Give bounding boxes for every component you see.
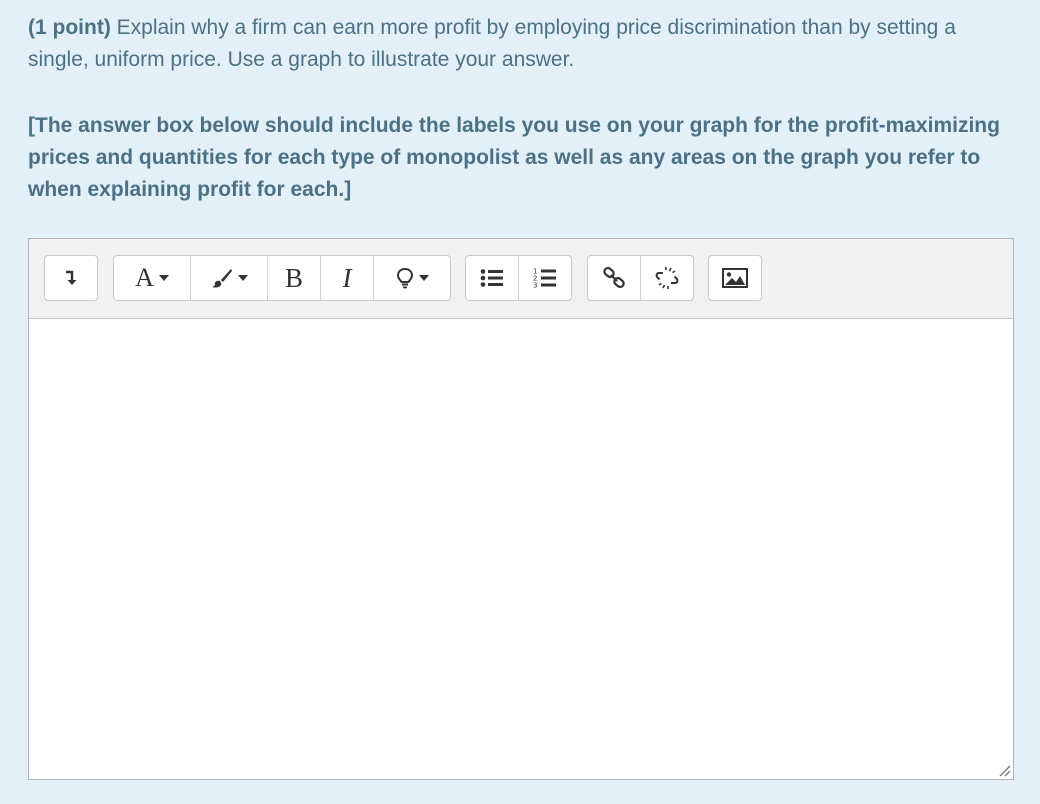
toolbar-group-links [587, 255, 694, 301]
toolbar-group-format: A B I [113, 255, 451, 301]
svg-text:3: 3 [533, 282, 537, 290]
unlink-icon [655, 267, 679, 289]
chevron-down-icon [237, 275, 248, 281]
unlink-button[interactable] [641, 256, 693, 300]
answer-content-area[interactable] [29, 318, 1013, 779]
bold-button[interactable]: B [268, 256, 321, 300]
chevron-down-icon [418, 275, 429, 281]
accessibility-checker-button[interactable] [374, 256, 450, 300]
toolbar-group-lists: 1 2 3 [465, 255, 572, 301]
editor-toolbar: A B I 1 2 3 [29, 239, 1013, 319]
question-body: Explain why a firm can earn more profit … [28, 16, 956, 71]
link-icon [603, 266, 625, 289]
bullet-list-icon [480, 269, 503, 287]
lightbulb-icon [396, 267, 413, 289]
numbered-list-button[interactable]: 1 2 3 [519, 256, 571, 300]
bold-icon: B [284, 262, 303, 293]
image-icon [722, 268, 748, 288]
resize-handle-icon[interactable] [997, 763, 1011, 777]
font-family-button[interactable]: A [114, 256, 191, 300]
italic-icon: I [342, 262, 352, 293]
brush-icon [211, 269, 232, 288]
toolbar-group-media [708, 255, 762, 301]
show-more-button[interactable] [45, 256, 97, 300]
numbered-list-icon: 1 2 3 [533, 268, 556, 290]
bullet-list-button[interactable] [466, 256, 519, 300]
link-button[interactable] [588, 256, 641, 300]
question-text: (1 point) Explain why a firm can earn mo… [28, 12, 1018, 76]
italic-button[interactable]: I [321, 256, 374, 300]
show-more-icon [66, 270, 77, 285]
rich-text-editor: A B I 1 2 3 [28, 238, 1014, 780]
question-points: (1 point) [28, 16, 111, 39]
chevron-down-icon [158, 275, 169, 281]
font-family-icon: A [135, 263, 154, 292]
answer-instructions: [The answer box below should include the… [28, 114, 1000, 201]
insert-image-button[interactable] [709, 256, 761, 300]
toolbar-group-more [44, 255, 98, 301]
font-color-button[interactable] [191, 256, 268, 300]
